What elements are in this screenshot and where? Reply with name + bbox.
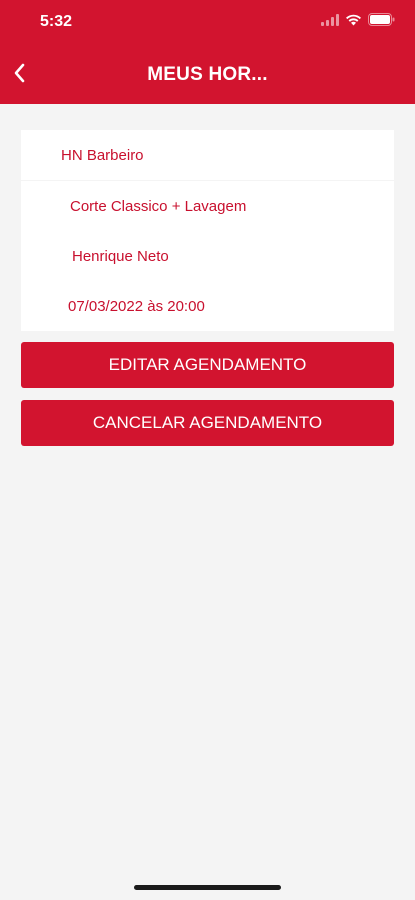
page-title: MEUS HOR... — [147, 64, 268, 85]
cancel-appointment-button[interactable]: CANCELAR AGENDAMENTO — [21, 400, 394, 446]
service-card: Corte Classico + Lavagem — [21, 181, 394, 231]
edit-appointment-button[interactable]: EDITAR AGENDAMENTO — [21, 342, 394, 388]
home-indicator — [134, 885, 281, 890]
chevron-left-icon — [12, 62, 26, 89]
status-time: 5:32 — [40, 13, 73, 30]
barber-name: Henrique Neto — [72, 248, 169, 265]
app-header: 5:32 MEUS HOR... — [0, 0, 415, 104]
barbershop-card: HN Barbeiro — [21, 130, 394, 180]
barber-card: Henrique Neto — [21, 231, 394, 281]
appointment-datetime: 07/03/2022 às 20:00 — [68, 298, 205, 315]
status-icons — [321, 13, 395, 31]
barbershop-name: HN Barbeiro — [61, 147, 144, 164]
signal-icon — [321, 13, 339, 31]
nav-bar: MEUS HOR... — [0, 46, 415, 104]
wifi-icon — [345, 13, 362, 31]
service-name: Corte Classico + Lavagem — [70, 198, 247, 215]
datetime-card: 07/03/2022 às 20:00 — [21, 281, 394, 331]
back-button[interactable] — [4, 60, 34, 90]
status-bar: 5:32 — [0, 0, 415, 46]
battery-icon — [368, 13, 395, 31]
